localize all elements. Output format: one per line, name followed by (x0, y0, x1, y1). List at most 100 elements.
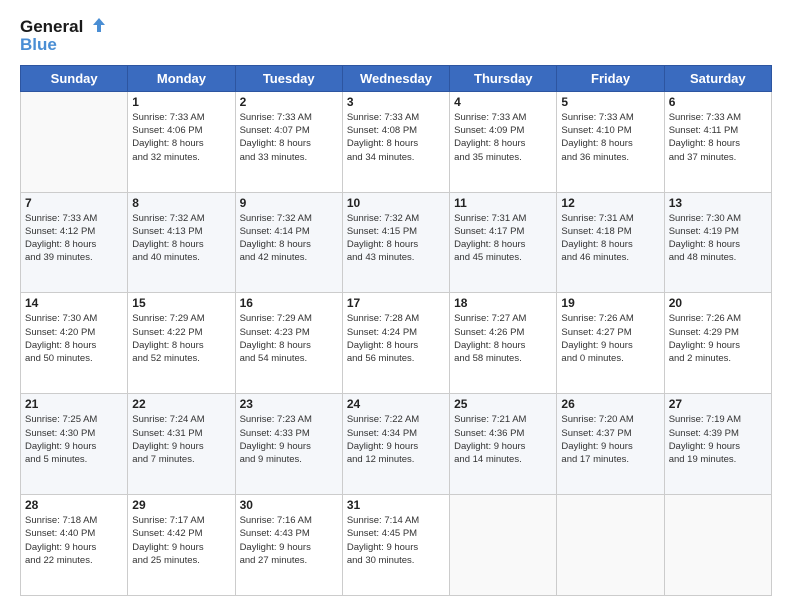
day-info: Sunrise: 7:30 AMSunset: 4:19 PMDaylight:… (669, 212, 767, 265)
calendar-cell: 4 Sunrise: 7:33 AMSunset: 4:09 PMDaylight… (450, 91, 557, 192)
calendar-cell: 30 Sunrise: 7:16 AMSunset: 4:43 PMDayligh… (235, 495, 342, 596)
day-info: Sunrise: 7:29 AMSunset: 4:23 PMDaylight:… (240, 312, 338, 365)
day-number: 28 (25, 498, 123, 512)
day-info: Sunrise: 7:31 AMSunset: 4:18 PMDaylight:… (561, 212, 659, 265)
day-number: 27 (669, 397, 767, 411)
calendar-week-row: 7 Sunrise: 7:33 AMSunset: 4:12 PMDaylight… (21, 192, 772, 293)
day-info: Sunrise: 7:32 AMSunset: 4:13 PMDaylight:… (132, 212, 230, 265)
day-number: 18 (454, 296, 552, 310)
calendar-cell: 15Sunrise: 7:29 AMSunset: 4:22 PMDayligh… (128, 293, 235, 394)
page: General Blue SundayMondayTuesdayWednesda… (0, 0, 792, 612)
calendar-cell: 31Sunrise: 7:14 AMSunset: 4:45 PMDayligh… (342, 495, 449, 596)
day-number: 25 (454, 397, 552, 411)
calendar-cell: 27Sunrise: 7:19 AMSunset: 4:39 PMDayligh… (664, 394, 771, 495)
day-number: 12 (561, 196, 659, 210)
calendar-cell (450, 495, 557, 596)
calendar-cell: 24 Sunrise: 7:22 AMSunset: 4:34 PMDayligh… (342, 394, 449, 495)
day-number: 4 (454, 95, 552, 109)
day-number: 19 (561, 296, 659, 310)
calendar-cell: 28 Sunrise: 7:18 AMSunset: 4:40 PMDayligh… (21, 495, 128, 596)
day-info: Sunrise: 7:23 AMSunset: 4:33 PMDaylight:… (240, 413, 338, 466)
calendar-cell: 12 Sunrise: 7:31 AMSunset: 4:18 PMDayligh… (557, 192, 664, 293)
day-info: Sunrise: 7:32 AMSunset: 4:14 PMDaylight:… (240, 212, 338, 265)
calendar-cell: 7 Sunrise: 7:33 AMSunset: 4:12 PMDaylight… (21, 192, 128, 293)
day-info: Sunrise: 7:17 AMSunset: 4:42 PMDaylight:… (132, 514, 230, 567)
header: General Blue (20, 16, 772, 55)
day-info: Sunrise: 7:31 AMSunset: 4:17 PMDaylight:… (454, 212, 552, 265)
calendar-cell (664, 495, 771, 596)
day-info: Sunrise: 7:22 AMSunset: 4:34 PMDaylight:… (347, 413, 445, 466)
logo-container: General Blue (20, 16, 107, 55)
calendar-cell: 29 Sunrise: 7:17 AMSunset: 4:42 PMDayligh… (128, 495, 235, 596)
day-number: 6 (669, 95, 767, 109)
day-info: Sunrise: 7:18 AMSunset: 4:40 PMDaylight:… (25, 514, 123, 567)
day-info: Sunrise: 7:20 AMSunset: 4:37 PMDaylight:… (561, 413, 659, 466)
calendar-week-row: 1 Sunrise: 7:33 AMSunset: 4:06 PMDaylight… (21, 91, 772, 192)
calendar-cell: 1 Sunrise: 7:33 AMSunset: 4:06 PMDaylight… (128, 91, 235, 192)
day-number: 10 (347, 196, 445, 210)
calendar-cell: 3 Sunrise: 7:33 AMSunset: 4:08 PMDaylight… (342, 91, 449, 192)
calendar-week-row: 28 Sunrise: 7:18 AMSunset: 4:40 PMDayligh… (21, 495, 772, 596)
day-number: 16 (240, 296, 338, 310)
calendar-cell: 17 Sunrise: 7:28 AMSunset: 4:24 PMDayligh… (342, 293, 449, 394)
day-header-sunday: Sunday (21, 65, 128, 91)
day-info: Sunrise: 7:33 AMSunset: 4:12 PMDaylight:… (25, 212, 123, 265)
logo-bird-icon (85, 16, 107, 38)
day-number: 3 (347, 95, 445, 109)
day-number: 15 (132, 296, 230, 310)
day-number: 17 (347, 296, 445, 310)
day-header-wednesday: Wednesday (342, 65, 449, 91)
day-info: Sunrise: 7:27 AMSunset: 4:26 PMDaylight:… (454, 312, 552, 365)
day-number: 31 (347, 498, 445, 512)
calendar-cell: 23Sunrise: 7:23 AMSunset: 4:33 PMDayligh… (235, 394, 342, 495)
day-info: Sunrise: 7:33 AMSunset: 4:08 PMDaylight:… (347, 111, 445, 164)
day-number: 30 (240, 498, 338, 512)
calendar-cell: 18 Sunrise: 7:27 AMSunset: 4:26 PMDayligh… (450, 293, 557, 394)
calendar-cell: 5 Sunrise: 7:33 AMSunset: 4:10 PMDaylight… (557, 91, 664, 192)
day-number: 29 (132, 498, 230, 512)
day-number: 14 (25, 296, 123, 310)
logo: General Blue (20, 16, 107, 55)
day-info: Sunrise: 7:32 AMSunset: 4:15 PMDaylight:… (347, 212, 445, 265)
calendar-cell: 25 Sunrise: 7:21 AMSunset: 4:36 PMDayligh… (450, 394, 557, 495)
day-info: Sunrise: 7:28 AMSunset: 4:24 PMDaylight:… (347, 312, 445, 365)
day-info: Sunrise: 7:33 AMSunset: 4:11 PMDaylight:… (669, 111, 767, 164)
day-header-saturday: Saturday (664, 65, 771, 91)
day-info: Sunrise: 7:25 AMSunset: 4:30 PMDaylight:… (25, 413, 123, 466)
logo-text-blue: Blue (20, 36, 57, 55)
day-number: 24 (347, 397, 445, 411)
day-number: 9 (240, 196, 338, 210)
calendar-header-row: SundayMondayTuesdayWednesdayThursdayFrid… (21, 65, 772, 91)
day-info: Sunrise: 7:24 AMSunset: 4:31 PMDaylight:… (132, 413, 230, 466)
day-header-tuesday: Tuesday (235, 65, 342, 91)
day-info: Sunrise: 7:33 AMSunset: 4:10 PMDaylight:… (561, 111, 659, 164)
day-header-thursday: Thursday (450, 65, 557, 91)
day-number: 8 (132, 196, 230, 210)
calendar-table: SundayMondayTuesdayWednesdayThursdayFrid… (20, 65, 772, 596)
calendar-cell: 26Sunrise: 7:20 AMSunset: 4:37 PMDayligh… (557, 394, 664, 495)
calendar-week-row: 14 Sunrise: 7:30 AMSunset: 4:20 PMDayligh… (21, 293, 772, 394)
calendar-cell: 6 Sunrise: 7:33 AMSunset: 4:11 PMDaylight… (664, 91, 771, 192)
calendar-cell: 20Sunrise: 7:26 AMSunset: 4:29 PMDayligh… (664, 293, 771, 394)
day-number: 22 (132, 397, 230, 411)
day-header-monday: Monday (128, 65, 235, 91)
calendar-cell (557, 495, 664, 596)
day-info: Sunrise: 7:16 AMSunset: 4:43 PMDaylight:… (240, 514, 338, 567)
day-number: 5 (561, 95, 659, 109)
day-number: 2 (240, 95, 338, 109)
calendar-cell: 2Sunrise: 7:33 AMSunset: 4:07 PMDaylight… (235, 91, 342, 192)
day-number: 13 (669, 196, 767, 210)
day-info: Sunrise: 7:21 AMSunset: 4:36 PMDaylight:… (454, 413, 552, 466)
calendar-cell: 9 Sunrise: 7:32 AMSunset: 4:14 PMDaylight… (235, 192, 342, 293)
calendar-cell: 10 Sunrise: 7:32 AMSunset: 4:15 PMDayligh… (342, 192, 449, 293)
day-info: Sunrise: 7:33 AMSunset: 4:06 PMDaylight:… (132, 111, 230, 164)
day-number: 20 (669, 296, 767, 310)
day-number: 7 (25, 196, 123, 210)
day-info: Sunrise: 7:33 AMSunset: 4:09 PMDaylight:… (454, 111, 552, 164)
calendar-cell: 14 Sunrise: 7:30 AMSunset: 4:20 PMDayligh… (21, 293, 128, 394)
calendar-cell: 21Sunrise: 7:25 AMSunset: 4:30 PMDayligh… (21, 394, 128, 495)
day-header-friday: Friday (557, 65, 664, 91)
day-info: Sunrise: 7:30 AMSunset: 4:20 PMDaylight:… (25, 312, 123, 365)
day-number: 1 (132, 95, 230, 109)
calendar-week-row: 21Sunrise: 7:25 AMSunset: 4:30 PMDayligh… (21, 394, 772, 495)
